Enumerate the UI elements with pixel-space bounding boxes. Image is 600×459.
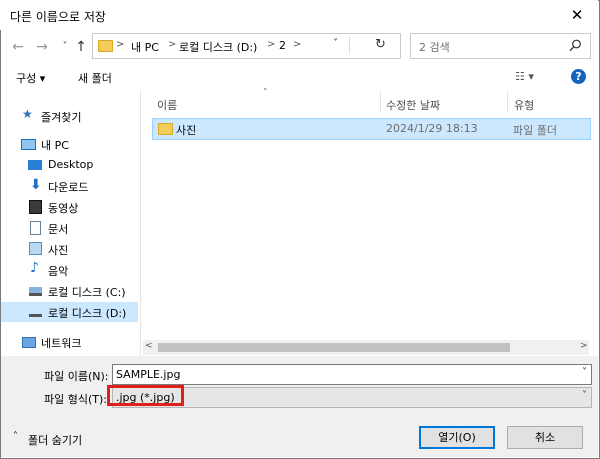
folder-icon <box>158 123 173 135</box>
music-icon: ♪ <box>30 260 39 276</box>
address-dropdown-icon[interactable]: ˅ <box>333 38 338 49</box>
breadcrumb-item[interactable]: 2 <box>279 39 286 52</box>
sidebar-item-this-pc[interactable]: 내 PC <box>1 134 138 154</box>
computer-icon <box>21 139 36 150</box>
file-row[interactable]: 사진 2024/1/29 18:13 파일 폴더 <box>152 118 591 140</box>
column-header-date[interactable]: 수정한 날짜 <box>386 97 440 113</box>
filetype-label: 파일 형식(T): <box>44 393 107 406</box>
desktop-icon <box>28 160 42 170</box>
drive-icon <box>29 310 42 317</box>
sidebar-item-videos[interactable]: 동영상 <box>1 197 138 217</box>
view-options-button[interactable]: ☷ ▾ <box>515 70 534 83</box>
organize-button[interactable]: 구성 ▾ <box>16 70 45 86</box>
chevron-right-icon: > <box>116 39 125 50</box>
column-header-name[interactable]: 이름 <box>157 97 177 113</box>
pane-divider[interactable] <box>140 90 141 356</box>
title-bar: 다른 이름으로 저장 ✕ <box>0 0 598 30</box>
open-button[interactable]: 열기(O) <box>419 426 495 449</box>
document-icon <box>30 221 41 235</box>
sidebar-item-quick-access[interactable]: ★ 즐겨찾기 <box>1 106 138 126</box>
search-placeholder: 2 검색 <box>419 41 450 54</box>
chevron-down-icon[interactable]: ˅ <box>582 390 587 401</box>
file-type: 파일 폴더 <box>513 124 557 137</box>
filetype-select[interactable]: .jpg (*.jpg) ˅ <box>112 387 592 408</box>
navigation-pane: ★ 즐겨찾기 내 PC Desktop ⬇ 다운로드 동영상 문서 사진 ♪ 음… <box>1 92 138 354</box>
chevron-right-icon: > <box>267 39 276 50</box>
sidebar-item-network[interactable]: 네트워크 <box>1 332 138 352</box>
download-icon: ⬇ <box>30 177 42 193</box>
column-separator[interactable] <box>507 92 508 112</box>
sidebar-item-desktop[interactable]: Desktop <box>1 155 138 175</box>
filename-field[interactable]: SAMPLE.jpg ˅ <box>112 364 592 385</box>
sidebar-item-drive-d[interactable]: 로컬 디스크 (D:) <box>1 302 138 322</box>
chevron-up-icon[interactable]: ˄ <box>13 431 18 442</box>
filename-label: 파일 이름(N): <box>44 370 109 383</box>
filename-value: SAMPLE.jpg <box>116 368 181 381</box>
sort-up-icon: ˄ <box>263 88 268 98</box>
chevron-down-icon[interactable]: ˅ <box>582 367 587 378</box>
divider <box>349 36 350 54</box>
sidebar-item-downloads[interactable]: ⬇ 다운로드 <box>1 176 138 196</box>
scroll-right-icon[interactable]: > <box>580 341 588 351</box>
folder-icon <box>98 40 113 52</box>
sidebar-item-documents[interactable]: 문서 <box>1 218 138 238</box>
search-icon[interactable] <box>569 39 582 52</box>
sidebar-item-pictures[interactable]: 사진 <box>1 239 138 259</box>
cancel-button[interactable]: 취소 <box>507 426 583 449</box>
new-folder-button[interactable]: 새 폴더 <box>78 70 112 86</box>
close-icon[interactable]: ✕ <box>564 3 590 27</box>
highlight-box <box>107 385 184 406</box>
search-input[interactable]: 2 검색 <box>410 33 591 59</box>
sidebar-item-music[interactable]: ♪ 음악 <box>1 260 138 280</box>
address-bar[interactable]: > 내 PC > 로컬 디스크 (D:) > 2 > ˅ ↻ <box>92 33 401 59</box>
chevron-right-icon: > <box>168 39 177 50</box>
back-arrow-icon[interactable]: ← <box>9 38 27 56</box>
scroll-left-icon[interactable]: < <box>145 341 153 351</box>
star-icon: ★ <box>22 107 33 121</box>
network-icon <box>22 337 36 348</box>
sidebar-item-drive-c[interactable]: 로컬 디스크 (C:) <box>1 281 138 301</box>
chevron-right-icon: > <box>293 39 302 50</box>
column-header-type[interactable]: 유형 <box>514 97 534 113</box>
dialog-title: 다른 이름으로 저장 <box>10 10 106 24</box>
file-date: 2024/1/29 18:13 <box>386 122 478 135</box>
help-icon[interactable]: ? <box>571 69 586 84</box>
up-arrow-icon[interactable]: ↑ <box>72 38 90 56</box>
video-icon <box>29 200 42 214</box>
hide-folders-button[interactable]: 폴더 숨기기 <box>28 432 82 448</box>
breadcrumb-item[interactable]: 내 PC <box>131 39 159 55</box>
scrollbar-thumb[interactable] <box>158 343 510 352</box>
file-name: 사진 <box>176 124 197 137</box>
drive-icon <box>29 287 42 296</box>
breadcrumb-item[interactable]: 로컬 디스크 (D:) <box>179 39 257 55</box>
forward-arrow-icon[interactable]: → <box>33 38 51 56</box>
column-separator[interactable] <box>380 92 381 112</box>
refresh-icon[interactable]: ↻ <box>375 37 386 52</box>
picture-icon <box>29 242 42 255</box>
